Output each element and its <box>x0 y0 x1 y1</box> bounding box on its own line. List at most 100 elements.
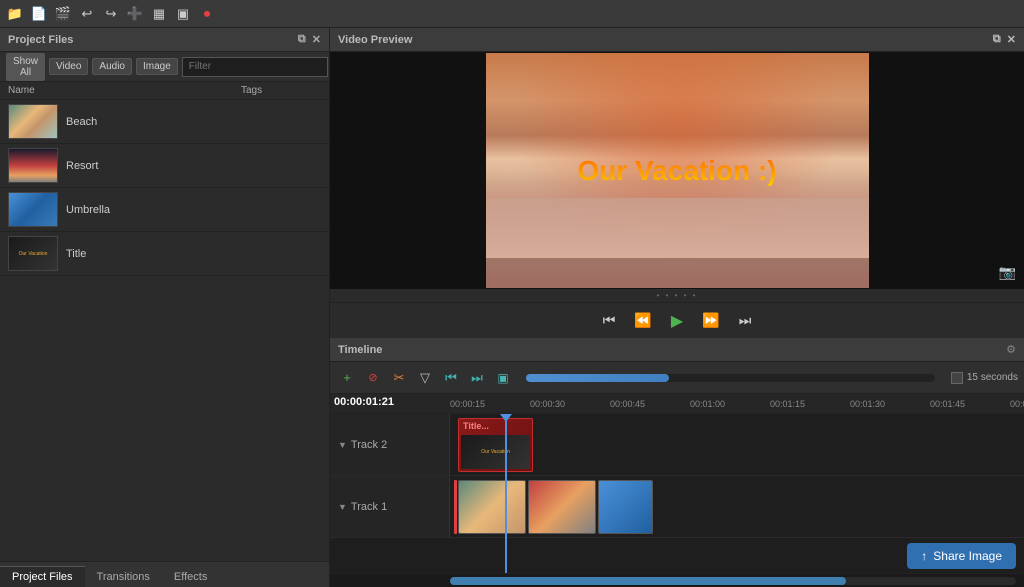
ruler-mark-2: 00:00:45 <box>610 399 645 409</box>
track-2-arrow-icon[interactable]: ▼ <box>338 440 347 450</box>
go-start-btn[interactable]: ⏮ <box>440 367 462 389</box>
top-toolbar: 📁 📄 🎬 ↩ ↪ ➕ ▦ ▣ ⏺ <box>0 0 1024 28</box>
preview-canvas: Our Vacation :) 📷 <box>330 52 1024 289</box>
clip-edge-indicator <box>454 480 457 534</box>
tab-effects[interactable]: Effects <box>162 566 219 587</box>
project-files-title: Project Files <box>8 34 73 46</box>
separator-dots: • • • • • <box>330 289 1024 302</box>
play-btn[interactable]: ▶ <box>666 310 688 332</box>
right-panel: Video Preview ⧉ ✕ Our Vacation :) 📷 • • … <box>330 28 1024 587</box>
ruler-mark-7: 00:02:00 <box>1010 399 1024 409</box>
preview-water <box>486 198 869 258</box>
file-name-umbrella: Umbrella <box>66 204 321 216</box>
preview-title: Video Preview <box>338 34 412 46</box>
ruler-mark-1: 00:00:30 <box>530 399 565 409</box>
main-area: Project Files ⧉ ✕ Show All Video Audio I… <box>0 28 1024 587</box>
add-icon[interactable]: ➕ <box>126 5 144 23</box>
ruler-mark-4: 00:01:15 <box>770 399 805 409</box>
panel-restore-icon[interactable]: ⧉ <box>298 33 306 46</box>
clip-resort[interactable] <box>528 480 596 534</box>
timeline-toolbar: + ⊘ ✂ ▽ ⏮ ⏭ ▣ 15 seconds <box>330 362 1024 394</box>
rewind-btn[interactable]: ⏪ <box>632 310 654 332</box>
share-image-btn[interactable]: ↑ Share Image <box>907 543 1016 569</box>
go-end-btn[interactable]: ⏭ <box>466 367 488 389</box>
left-panel: Project Files ⧉ ✕ Show All Video Audio I… <box>0 28 330 587</box>
undo-icon[interactable]: ↩ <box>78 5 96 23</box>
timeline-scrollbar-track[interactable] <box>450 577 1016 585</box>
snap-btn[interactable]: ▣ <box>492 367 514 389</box>
film-icon[interactable]: 🎬 <box>54 5 72 23</box>
filter-bar: Show All Video Audio Image ✕ <box>0 52 329 82</box>
timecode-display: 00:00:01:21 <box>334 396 394 408</box>
timeline-scrollbar-thumb[interactable] <box>450 577 846 585</box>
project-files-header: Project Files ⧉ ✕ <box>0 28 329 52</box>
file-thumb-title: Our Vacation <box>8 236 58 271</box>
preview-header-icons: ⧉ ✕ <box>993 33 1016 46</box>
new-icon[interactable]: 📄 <box>30 5 48 23</box>
timeline-scrollbar <box>330 573 1024 587</box>
file-thumb-resort <box>8 148 58 183</box>
clip-title-thumb: Our Vacation <box>461 435 530 469</box>
track-2-label: ▼ Track 2 <box>330 414 450 475</box>
share-label: Share Image <box>933 549 1002 563</box>
add-clip-btn[interactable]: + <box>336 367 358 389</box>
track-2-name: Track 2 <box>351 439 387 451</box>
file-item-title[interactable]: Our Vacation Title <box>0 232 329 276</box>
cut-btn[interactable]: ✂ <box>388 367 410 389</box>
filter-showall-btn[interactable]: Show All <box>6 53 45 81</box>
track-2: ▼ Track 2 Title... Our Vacation <box>330 414 1024 476</box>
fast-forward-btn[interactable]: ⏩ <box>700 310 722 332</box>
preview-image: Our Vacation :) <box>486 53 869 288</box>
ruler-mark-5: 00:01:30 <box>850 399 885 409</box>
filter-video-btn[interactable]: Video <box>49 58 88 75</box>
track-1-area[interactable] <box>450 476 1024 537</box>
preview-close-icon[interactable]: ✕ <box>1007 33 1016 46</box>
clip-umbrella[interactable] <box>598 480 653 534</box>
timeline-ruler: 00:00:01:21 00:00:15 00:00:30 00:00:45 0… <box>330 394 1024 414</box>
preview-header: Video Preview ⧉ ✕ <box>330 28 1024 52</box>
timeline-progress-bar[interactable] <box>526 374 935 382</box>
duration-label: 15 seconds <box>967 372 1018 383</box>
filter-input[interactable] <box>182 57 328 77</box>
ruler-mark-6: 00:01:45 <box>930 399 965 409</box>
file-item-umbrella[interactable]: Umbrella <box>0 188 329 232</box>
timeline-settings-icon[interactable]: ⚙ <box>1006 343 1016 356</box>
redo-icon[interactable]: ↪ <box>102 5 120 23</box>
timeline-progress-fill <box>526 374 669 382</box>
col-name-header: Name <box>8 85 241 96</box>
duration-checkbox[interactable] <box>951 372 963 384</box>
record-icon[interactable]: ⏺ <box>198 5 216 23</box>
tab-project-files[interactable]: Project Files <box>0 566 85 587</box>
file-list-header: Name Tags <box>0 82 329 100</box>
skip-forward-btn[interactable]: ⏭ <box>734 310 756 332</box>
filter-btn-timeline[interactable]: ▽ <box>414 367 436 389</box>
screenshot-icon[interactable]: 📷 <box>999 264 1016 281</box>
tab-transitions[interactable]: Transitions <box>85 566 162 587</box>
open-folder-icon[interactable]: 📁 <box>6 5 24 23</box>
timeline-title: Timeline <box>338 344 382 356</box>
filter-audio-btn[interactable]: Audio <box>92 58 132 75</box>
grid-icon[interactable]: ▦ <box>150 5 168 23</box>
bottom-tabs: Project Files Transitions Effects <box>0 561 329 587</box>
clip-title-label: Title... <box>463 421 489 431</box>
preview-restore-icon[interactable]: ⧉ <box>993 33 1001 46</box>
file-name-title: Title <box>66 248 321 260</box>
remove-clip-btn[interactable]: ⊘ <box>362 367 384 389</box>
timeline-duration: 15 seconds <box>951 372 1018 384</box>
filter-image-btn[interactable]: Image <box>136 58 178 75</box>
clip-title[interactable]: Title... Our Vacation <box>458 418 533 472</box>
share-icon: ↑ <box>921 549 927 563</box>
file-item-beach[interactable]: Beach <box>0 100 329 144</box>
ruler-mark-0: 00:00:15 <box>450 399 485 409</box>
skip-back-btn[interactable]: ⏮ <box>598 310 620 332</box>
file-item-resort[interactable]: Resort <box>0 144 329 188</box>
timeline-header: Timeline ⚙ <box>330 338 1024 362</box>
track-1-name: Track 1 <box>351 501 387 513</box>
square-icon[interactable]: ▣ <box>174 5 192 23</box>
panel-header-icons: ⧉ ✕ <box>298 33 321 46</box>
clip-beach[interactable] <box>458 480 526 534</box>
panel-close-icon[interactable]: ✕ <box>312 33 321 46</box>
track-1-arrow-icon[interactable]: ▼ <box>338 502 347 512</box>
playback-controls: ⏮ ⏪ ▶ ⏩ ⏭ <box>330 302 1024 338</box>
track-2-area[interactable]: Title... Our Vacation <box>450 414 1024 475</box>
